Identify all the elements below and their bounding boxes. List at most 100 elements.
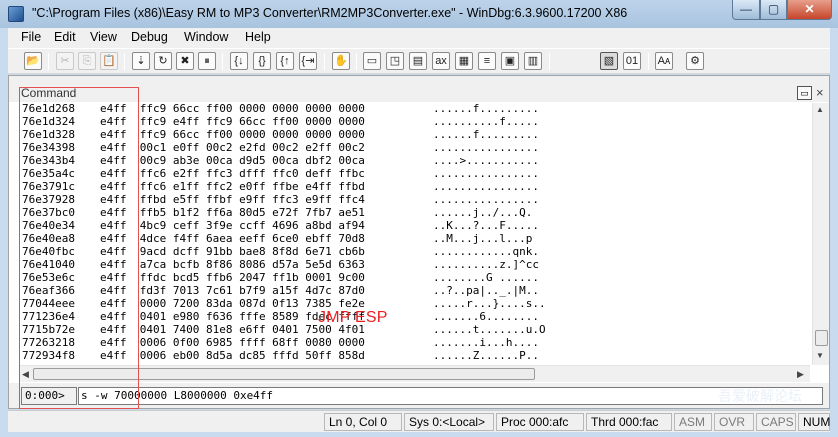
close-button[interactable]: ✕ — [787, 0, 832, 20]
menu-bar: File Edit View Debug Window Help — [8, 28, 830, 48]
ascii-dump: ....>........... — [433, 154, 539, 167]
ascii-dump: ......Z......P.. — [433, 349, 539, 362]
hex-words: e4ff 00c9 ab3e 00ca d9d5 00ca dbf2 00ca — [100, 154, 365, 167]
insert-breakpoint-icon[interactable]: ✋ — [332, 52, 350, 70]
hex-words: e4ff 00c1 e0ff 00c2 e2fd 00c2 e2ff 00c2 — [100, 141, 365, 154]
stop-debugging-icon[interactable]: ✖ — [176, 52, 194, 70]
step-into-icon[interactable]: {↓ — [230, 52, 248, 70]
ascii-dump: ................ — [433, 180, 539, 193]
cut-icon[interactable]: ✂ — [56, 52, 74, 70]
command-window-title: Command — [21, 86, 77, 100]
windbg-app-icon — [8, 6, 24, 22]
source-mode-icon[interactable]: ▧ — [600, 52, 618, 70]
hex-words: e4ff ffbd e5ff ffbf e9ff ffc3 e9ff ffc4 — [100, 193, 365, 206]
menu-edit[interactable]: Edit — [54, 30, 76, 44]
hex-words: e4ff ffc6 e1ff ffc2 e0ff ffbe e4ff ffbd — [100, 180, 365, 193]
ascii-dump: ..M...j...l...p — [433, 232, 533, 245]
status-thread: Thrd 000:fac — [586, 413, 672, 431]
menu-file[interactable]: File — [21, 30, 41, 44]
command-window-icon[interactable]: ▭ — [363, 52, 381, 70]
step-out-icon[interactable]: {↑ — [276, 52, 294, 70]
hex-words: e4ff fd3f 7013 7c61 b7f9 a15f 4d7c 87d0 — [100, 284, 365, 297]
dock-icon[interactable]: ▭ — [797, 86, 812, 100]
hex-words: e4ff ffb5 b1f2 ff6a 80d5 e72f 7fb7 ae51 — [100, 206, 365, 219]
status-asm: ASM — [674, 413, 712, 431]
address: 76e41040 — [22, 258, 75, 271]
ascii-dump: .......6........ — [433, 310, 539, 323]
options-icon[interactable]: ⚙ — [686, 52, 704, 70]
command-input[interactable]: s -w 70000000 L8000000 0xe4ff — [78, 387, 823, 405]
command-window-header: Command ▭ × — [9, 76, 829, 102]
disassembly-window-icon[interactable]: ▣ — [501, 52, 519, 70]
hex-words: e4ff 0006 eb00 8d5a dc85 fffd 50ff 858d — [100, 349, 365, 362]
break-icon[interactable]: ⏸ — [198, 52, 216, 70]
call-stack-window-icon[interactable]: ≡ — [478, 52, 496, 70]
step-over-icon[interactable]: {} — [253, 52, 271, 70]
scroll-right-icon[interactable]: ▶ — [797, 369, 804, 380]
paste-icon[interactable]: 📋 — [100, 52, 118, 70]
menu-view[interactable]: View — [90, 30, 117, 44]
maximize-button[interactable]: ▢ — [760, 0, 787, 20]
address: 76e1d268 — [22, 103, 75, 115]
hex-words: e4ff 4dce f4ff 6aea eeff 6ce0 ebff 70d8 — [100, 232, 365, 245]
hex-mode-icon[interactable]: 01 — [623, 52, 641, 70]
address: 7715b72e — [22, 323, 75, 336]
scroll-down-icon[interactable]: ▼ — [816, 351, 824, 360]
menu-help[interactable]: Help — [245, 30, 271, 44]
minimize-button[interactable]: — — [732, 0, 760, 20]
status-system: Sys 0:<Local> — [404, 413, 494, 431]
locals-window-icon[interactable]: ▤ — [409, 52, 427, 70]
scratch-pad-icon[interactable]: ▥ — [524, 52, 542, 70]
restart-icon[interactable]: ↻ — [154, 52, 172, 70]
toolbar-separator — [222, 53, 223, 70]
watch-window-icon[interactable]: ◳ — [386, 52, 404, 70]
ascii-dump: ......f......... — [433, 128, 539, 141]
toolbar-separator — [356, 53, 357, 70]
window-title: "C:\Program Files (x86)\Easy RM to MP3 C… — [32, 6, 628, 20]
ascii-dump: ......t.......u.O — [433, 323, 546, 336]
scroll-up-icon[interactable]: ▲ — [816, 105, 824, 114]
vertical-scrollbar[interactable]: ▲ ▼ — [812, 103, 829, 365]
status-bar: Ln 0, Col 0 Sys 0:<Local> Proc 000:afc T… — [8, 410, 830, 432]
ascii-dump: ................ — [433, 193, 539, 206]
vertical-scroll-thumb[interactable] — [815, 330, 828, 346]
ascii-dump: ..........z.]^cc — [433, 258, 539, 271]
hex-words: e4ff a7ca bcfb 8f86 8086 d57a 5e5d 6363 — [100, 258, 365, 271]
address: 76e1d324 — [22, 115, 75, 128]
hex-words: e4ff ffdc bcd5 ffb6 2047 ff1b 0001 9c00 — [100, 271, 365, 284]
font-icon[interactable]: Aᴀ — [655, 52, 673, 70]
hex-words: e4ff ffc9 e4ff ffc9 66cc ff00 0000 0000 — [100, 115, 365, 128]
toolbar-separator — [324, 53, 325, 70]
scroll-left-icon[interactable]: ◀ — [22, 369, 29, 380]
status-line-col: Ln 0, Col 0 — [324, 413, 402, 431]
command-prompt: 0:000> — [21, 387, 77, 405]
menu-window[interactable]: Window — [184, 30, 228, 44]
ascii-dump: ..K...?...F..... — [433, 219, 539, 232]
menu-debug[interactable]: Debug — [131, 30, 168, 44]
status-process: Proc 000:afc — [496, 413, 584, 431]
close-icon[interactable]: × — [816, 85, 824, 100]
address: 76e343b4 — [22, 154, 75, 167]
run-to-cursor-icon[interactable]: {⇥ — [299, 52, 317, 70]
ascii-dump: ......j../...Q. — [433, 206, 533, 219]
command-output[interactable]: 76e1d268 e4ff ffc9 66cc ff00 0000 0000 00… — [19, 103, 809, 365]
address: 76e53e6c — [22, 271, 75, 284]
ascii-dump: ........G ...... — [433, 271, 539, 284]
horizontal-scroll-thumb[interactable] — [33, 368, 535, 380]
ascii-dump: ..........f..... — [433, 115, 539, 128]
open-icon[interactable]: 📂 — [24, 52, 42, 70]
horizontal-scrollbar[interactable]: ◀ ▶ — [19, 365, 810, 382]
toolbar-separator — [124, 53, 125, 70]
ascii-dump: ................ — [433, 141, 539, 154]
ascii-dump: .......i...h.... — [433, 336, 539, 349]
address: 76e3791c — [22, 180, 75, 193]
jmp-esp-annotation: JMP ESP — [318, 309, 388, 326]
go-icon[interactable]: ⇣ — [132, 52, 150, 70]
memory-window-icon[interactable]: ▦ — [455, 52, 473, 70]
command-input-bar: 0:000> s -w 70000000 L8000000 0xe4ff — [9, 383, 829, 408]
ascii-dump: ................ — [433, 167, 539, 180]
registers-window-icon[interactable]: ax — [432, 52, 450, 70]
address: 76e37928 — [22, 193, 75, 206]
hex-words: e4ff ffc6 e2ff ffc3 dfff ffc0 deff ffbc — [100, 167, 365, 180]
copy-icon[interactable]: ⎘ — [78, 52, 96, 70]
